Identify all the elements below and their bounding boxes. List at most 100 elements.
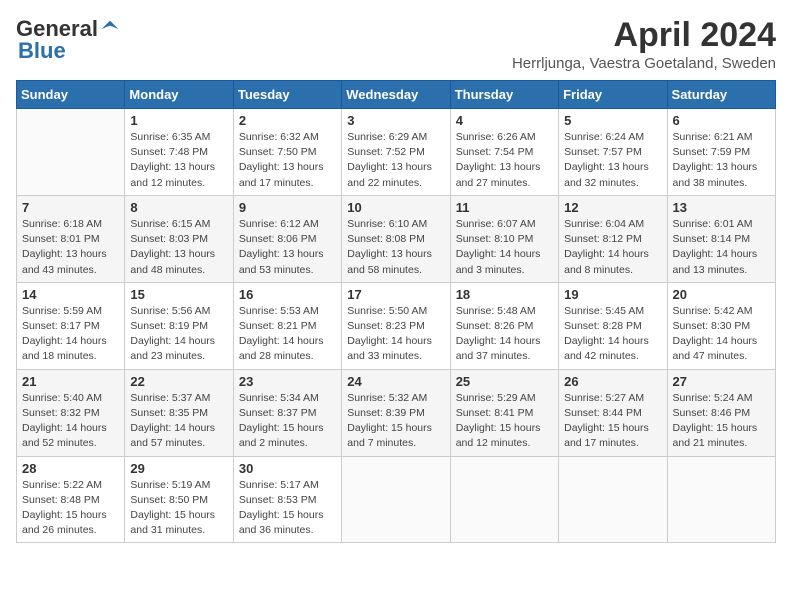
day-info: Sunrise: 5:56 AM Sunset: 8:19 PM Dayligh… bbox=[130, 304, 227, 365]
calendar-table: SundayMondayTuesdayWednesdayThursdayFrid… bbox=[16, 80, 776, 543]
day-number: 5 bbox=[564, 113, 661, 128]
calendar-week-row: 14 Sunrise: 5:59 AM Sunset: 8:17 PM Dayli… bbox=[17, 282, 776, 369]
day-number: 14 bbox=[22, 287, 119, 302]
day-info: Sunrise: 6:18 AM Sunset: 8:01 PM Dayligh… bbox=[22, 217, 119, 278]
day-number: 24 bbox=[347, 374, 444, 389]
calendar-cell: 1 Sunrise: 6:35 AM Sunset: 7:48 PM Daylig… bbox=[125, 109, 233, 196]
calendar-cell: 21Sunrise: 5:40 AM Sunset: 8:32 PM Dayli… bbox=[17, 369, 125, 456]
calendar-cell bbox=[450, 456, 558, 543]
day-info: Sunrise: 6:07 AM Sunset: 8:10 PM Dayligh… bbox=[456, 217, 553, 278]
calendar-cell: 22 Sunrise: 5:37 AM Sunset: 8:35 PM Dayli… bbox=[125, 369, 233, 456]
day-number: 4 bbox=[456, 113, 553, 128]
day-info: Sunrise: 5:45 AM Sunset: 8:28 PM Dayligh… bbox=[564, 304, 661, 365]
day-info: Sunrise: 5:42 AM Sunset: 8:30 PM Dayligh… bbox=[673, 304, 770, 365]
calendar-cell: 27 Sunrise: 5:24 AM Sunset: 8:46 PM Dayli… bbox=[667, 369, 775, 456]
day-info: Sunrise: 6:21 AM Sunset: 7:59 PM Dayligh… bbox=[673, 130, 770, 191]
day-info: Sunrise: 6:26 AM Sunset: 7:54 PM Dayligh… bbox=[456, 130, 553, 191]
logo-blue-text: Blue bbox=[18, 38, 66, 63]
day-info: Sunrise: 5:24 AM Sunset: 8:46 PM Dayligh… bbox=[673, 391, 770, 452]
logo: General Blue bbox=[16, 16, 120, 64]
calendar-week-row: 21Sunrise: 5:40 AM Sunset: 8:32 PM Dayli… bbox=[17, 369, 776, 456]
day-number: 18 bbox=[456, 287, 553, 302]
calendar-day-header: Thursday bbox=[450, 81, 558, 109]
day-info: Sunrise: 5:19 AM Sunset: 8:50 PM Dayligh… bbox=[130, 478, 227, 539]
day-number: 30 bbox=[239, 461, 336, 476]
day-info: Sunrise: 6:12 AM Sunset: 8:06 PM Dayligh… bbox=[239, 217, 336, 278]
calendar-cell: 9 Sunrise: 6:12 AM Sunset: 8:06 PM Daylig… bbox=[233, 195, 341, 282]
day-number: 25 bbox=[456, 374, 553, 389]
calendar-cell: 5Sunrise: 6:24 AM Sunset: 7:57 PM Daylig… bbox=[559, 109, 667, 196]
day-info: Sunrise: 6:10 AM Sunset: 8:08 PM Dayligh… bbox=[347, 217, 444, 278]
calendar-cell: 29 Sunrise: 5:19 AM Sunset: 8:50 PM Dayli… bbox=[125, 456, 233, 543]
day-number: 11 bbox=[456, 200, 553, 215]
calendar-cell: 11 Sunrise: 6:07 AM Sunset: 8:10 PM Dayli… bbox=[450, 195, 558, 282]
calendar-cell bbox=[559, 456, 667, 543]
day-info: Sunrise: 5:48 AM Sunset: 8:26 PM Dayligh… bbox=[456, 304, 553, 365]
day-number: 8 bbox=[130, 200, 227, 215]
calendar-cell bbox=[342, 456, 450, 543]
calendar-cell: 12 Sunrise: 6:04 AM Sunset: 8:12 PM Dayli… bbox=[559, 195, 667, 282]
calendar-cell: 2Sunrise: 6:32 AM Sunset: 7:50 PM Daylig… bbox=[233, 109, 341, 196]
calendar-day-header: Monday bbox=[125, 81, 233, 109]
day-number: 9 bbox=[239, 200, 336, 215]
day-info: Sunrise: 6:04 AM Sunset: 8:12 PM Dayligh… bbox=[564, 217, 661, 278]
day-info: Sunrise: 5:32 AM Sunset: 8:39 PM Dayligh… bbox=[347, 391, 444, 452]
calendar-cell bbox=[667, 456, 775, 543]
day-info: Sunrise: 5:50 AM Sunset: 8:23 PM Dayligh… bbox=[347, 304, 444, 365]
calendar-cell: 6 Sunrise: 6:21 AM Sunset: 7:59 PM Daylig… bbox=[667, 109, 775, 196]
day-number: 6 bbox=[673, 113, 770, 128]
calendar-cell: 24 Sunrise: 5:32 AM Sunset: 8:39 PM Dayli… bbox=[342, 369, 450, 456]
day-number: 12 bbox=[564, 200, 661, 215]
day-info: Sunrise: 5:22 AM Sunset: 8:48 PM Dayligh… bbox=[22, 478, 119, 539]
day-number: 26 bbox=[564, 374, 661, 389]
day-number: 7 bbox=[22, 200, 119, 215]
calendar-cell: 14 Sunrise: 5:59 AM Sunset: 8:17 PM Dayli… bbox=[17, 282, 125, 369]
calendar-cell: 8 Sunrise: 6:15 AM Sunset: 8:03 PM Daylig… bbox=[125, 195, 233, 282]
day-info: Sunrise: 5:29 AM Sunset: 8:41 PM Dayligh… bbox=[456, 391, 553, 452]
day-info: Sunrise: 5:27 AM Sunset: 8:44 PM Dayligh… bbox=[564, 391, 661, 452]
calendar-day-header: Sunday bbox=[17, 81, 125, 109]
calendar-cell: 25 Sunrise: 5:29 AM Sunset: 8:41 PM Dayli… bbox=[450, 369, 558, 456]
calendar-cell: 10 Sunrise: 6:10 AM Sunset: 8:08 PM Dayli… bbox=[342, 195, 450, 282]
month-title: April 2024 bbox=[512, 16, 776, 55]
day-number: 23 bbox=[239, 374, 336, 389]
day-info: Sunrise: 5:17 AM Sunset: 8:53 PM Dayligh… bbox=[239, 478, 336, 539]
calendar-body: 1 Sunrise: 6:35 AM Sunset: 7:48 PM Daylig… bbox=[17, 109, 776, 543]
calendar-day-header: Saturday bbox=[667, 81, 775, 109]
day-number: 16 bbox=[239, 287, 336, 302]
day-number: 1 bbox=[130, 113, 227, 128]
day-number: 3 bbox=[347, 113, 444, 128]
day-number: 29 bbox=[130, 461, 227, 476]
day-info: Sunrise: 5:59 AM Sunset: 8:17 PM Dayligh… bbox=[22, 304, 119, 365]
calendar-cell: 4 Sunrise: 6:26 AM Sunset: 7:54 PM Daylig… bbox=[450, 109, 558, 196]
day-number: 28 bbox=[22, 461, 119, 476]
day-info: Sunrise: 6:01 AM Sunset: 8:14 PM Dayligh… bbox=[673, 217, 770, 278]
calendar-day-header: Wednesday bbox=[342, 81, 450, 109]
day-info: Sunrise: 6:15 AM Sunset: 8:03 PM Dayligh… bbox=[130, 217, 227, 278]
day-number: 20 bbox=[673, 287, 770, 302]
day-number: 10 bbox=[347, 200, 444, 215]
day-info: Sunrise: 6:35 AM Sunset: 7:48 PM Dayligh… bbox=[130, 130, 227, 191]
day-number: 15 bbox=[130, 287, 227, 302]
title-area: April 2024 Herrljunga, Vaestra Goetaland… bbox=[512, 16, 776, 72]
calendar-week-row: 28 Sunrise: 5:22 AM Sunset: 8:48 PM Dayli… bbox=[17, 456, 776, 543]
day-info: Sunrise: 5:34 AM Sunset: 8:37 PM Dayligh… bbox=[239, 391, 336, 452]
day-info: Sunrise: 5:37 AM Sunset: 8:35 PM Dayligh… bbox=[130, 391, 227, 452]
calendar-header-row: SundayMondayTuesdayWednesdayThursdayFrid… bbox=[17, 81, 776, 109]
calendar-cell: 28 Sunrise: 5:22 AM Sunset: 8:48 PM Dayli… bbox=[17, 456, 125, 543]
day-number: 17 bbox=[347, 287, 444, 302]
location-title: Herrljunga, Vaestra Goetaland, Sweden bbox=[512, 55, 776, 72]
day-number: 2 bbox=[239, 113, 336, 128]
day-number: 27 bbox=[673, 374, 770, 389]
calendar-cell bbox=[17, 109, 125, 196]
day-number: 19 bbox=[564, 287, 661, 302]
calendar-cell: 30 Sunrise: 5:17 AM Sunset: 8:53 PM Dayli… bbox=[233, 456, 341, 543]
day-info: Sunrise: 5:53 AM Sunset: 8:21 PM Dayligh… bbox=[239, 304, 336, 365]
calendar-cell: 7 Sunrise: 6:18 AM Sunset: 8:01 PM Daylig… bbox=[17, 195, 125, 282]
day-number: 22 bbox=[130, 374, 227, 389]
calendar-week-row: 7 Sunrise: 6:18 AM Sunset: 8:01 PM Daylig… bbox=[17, 195, 776, 282]
calendar-cell: 13Sunrise: 6:01 AM Sunset: 8:14 PM Dayli… bbox=[667, 195, 775, 282]
day-number: 21 bbox=[22, 374, 119, 389]
calendar-cell: 17 Sunrise: 5:50 AM Sunset: 8:23 PM Dayli… bbox=[342, 282, 450, 369]
calendar-day-header: Friday bbox=[559, 81, 667, 109]
